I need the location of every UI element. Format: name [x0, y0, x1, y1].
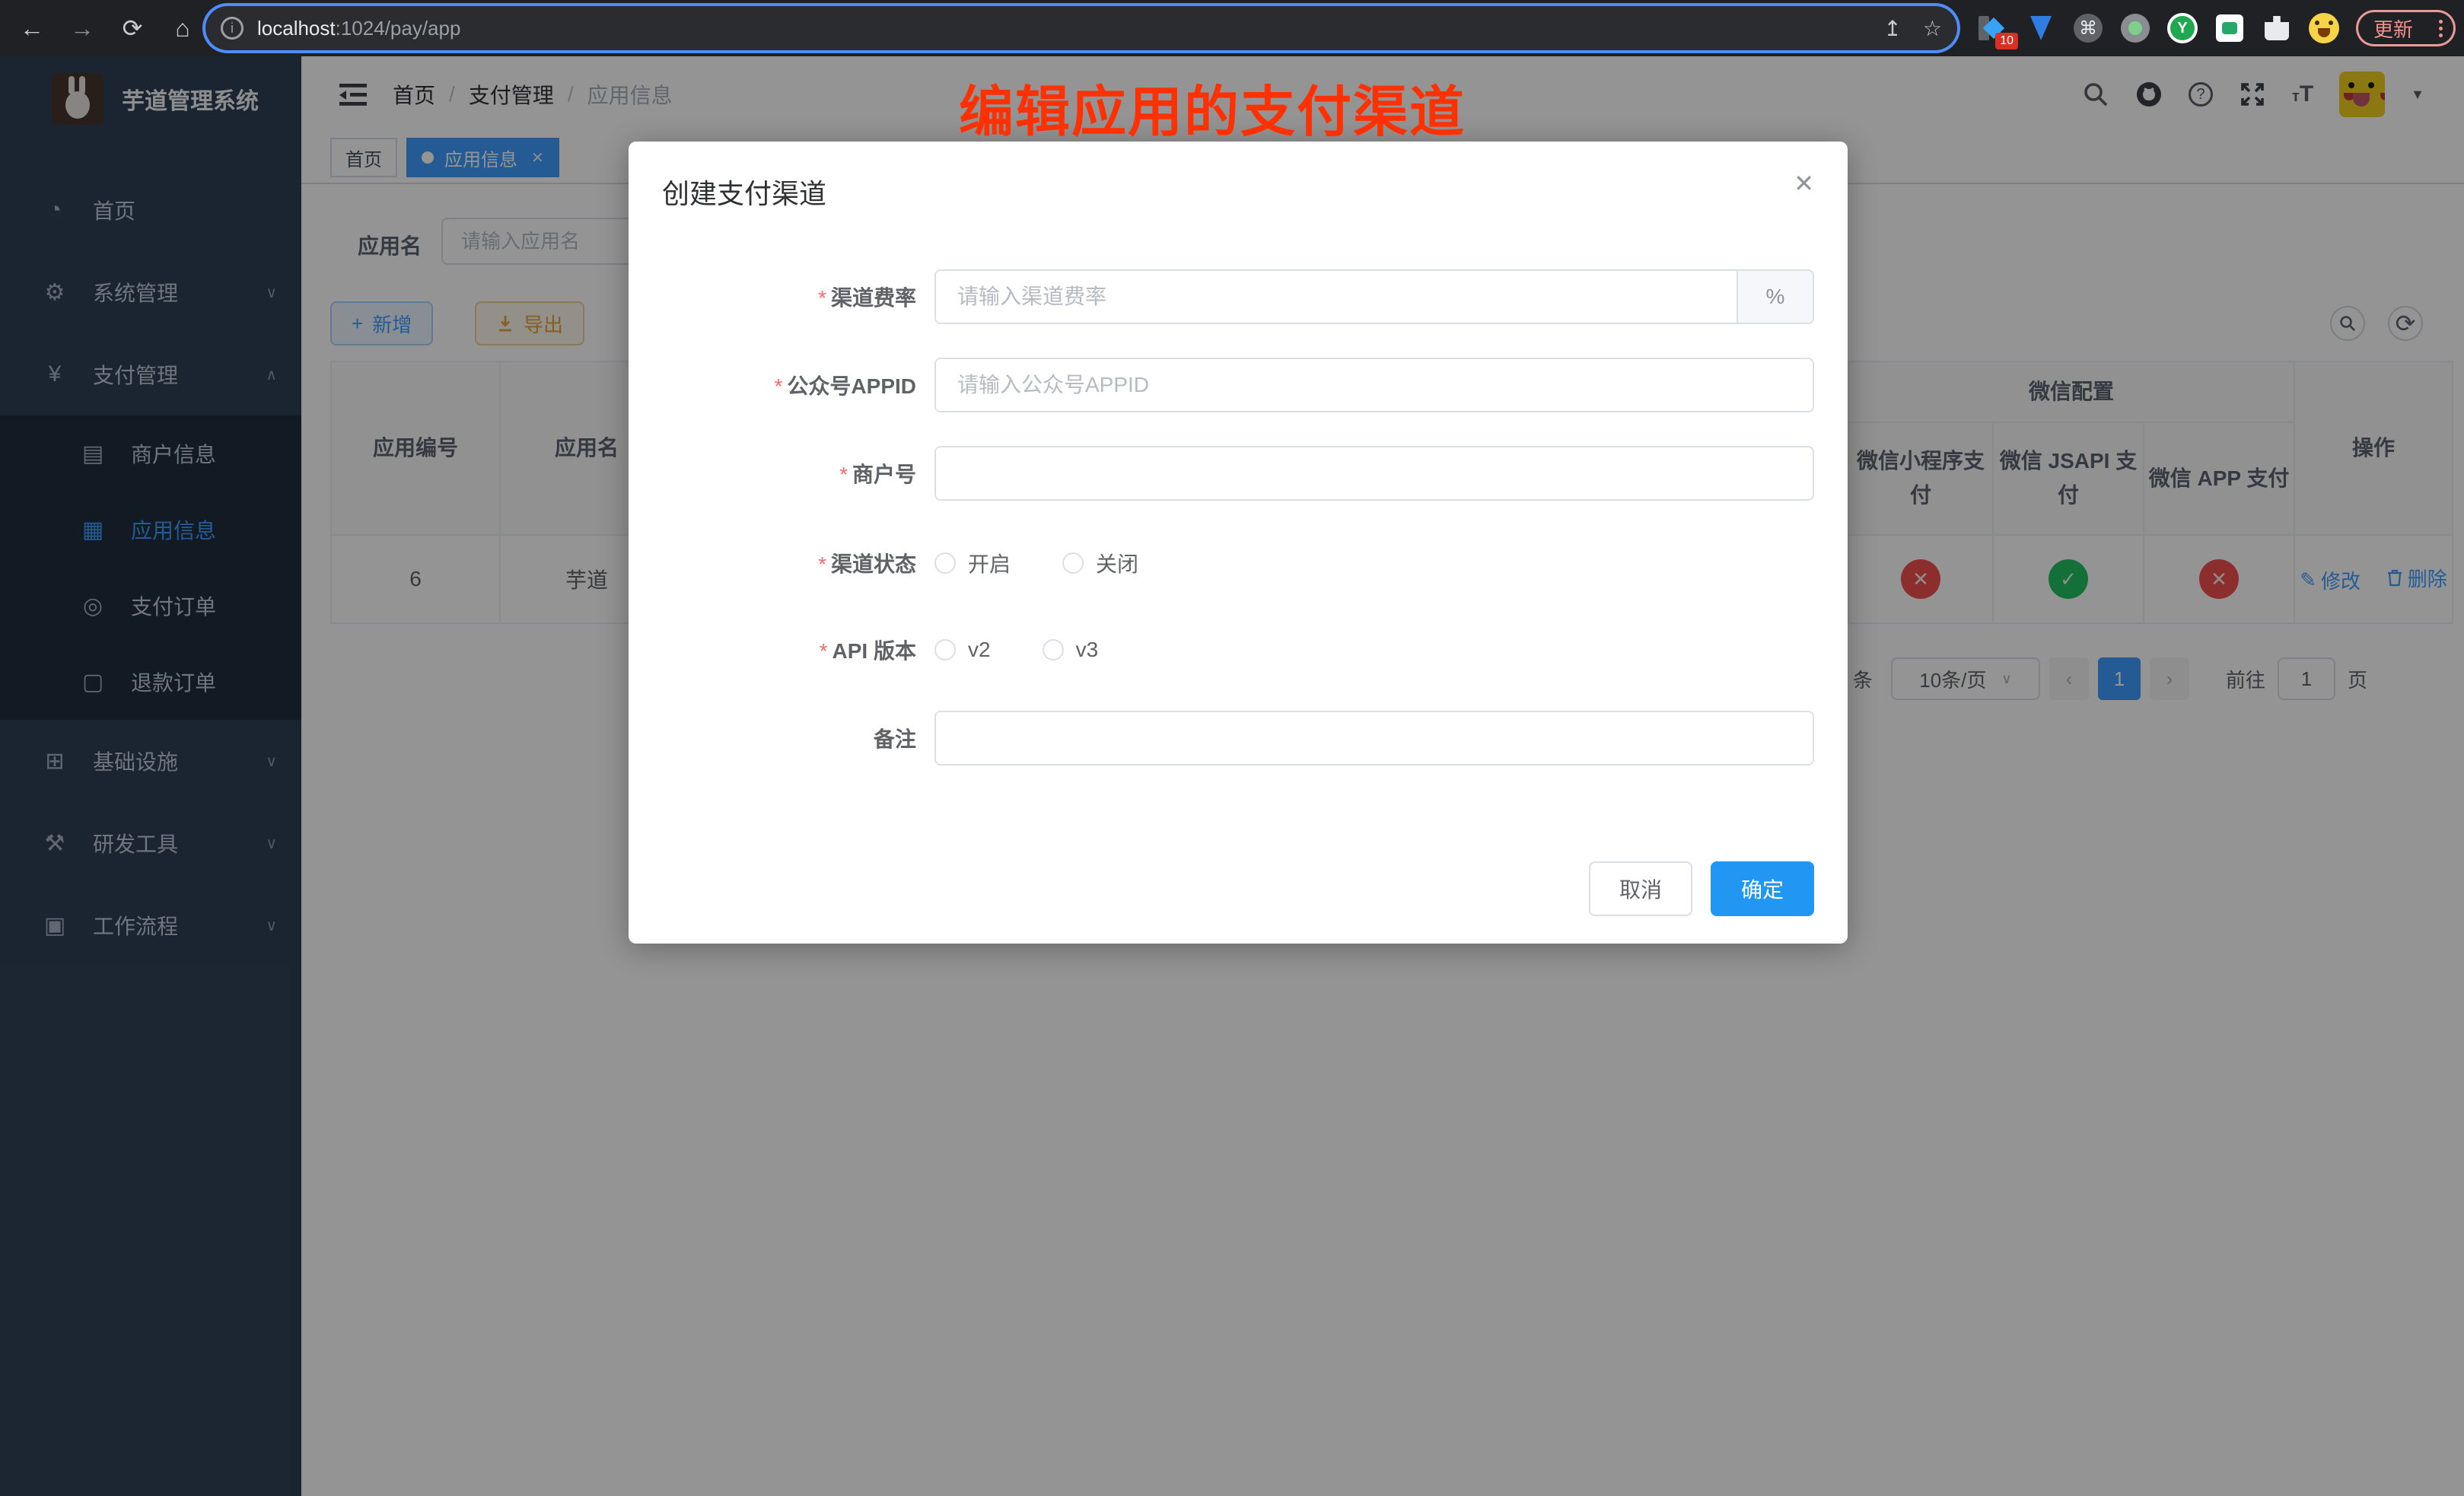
reload-icon[interactable]: ⟳: [114, 10, 151, 46]
appid-label: *公众号APPID: [629, 370, 934, 400]
remark-field: [934, 711, 1814, 766]
extension-icon-6[interactable]: [2214, 13, 2245, 43]
merchant-id-field: [934, 446, 1814, 501]
radio-circle-icon: [1062, 552, 1084, 574]
dialog-close-icon[interactable]: ✕: [1794, 169, 1814, 198]
remark-label: 备注: [629, 723, 934, 753]
extension-icon-2[interactable]: [2026, 13, 2056, 43]
channel-rate-field: %: [934, 269, 1814, 324]
site-info-icon[interactable]: i: [221, 17, 244, 40]
appid-input[interactable]: [936, 359, 1813, 411]
screen: ← → ⟳ ⌂ i localhost :1024/pay/app ↥ ☆ 10…: [0, 0, 2464, 1496]
create-payment-channel-dialog: 创建支付渠道 ✕ *渠道费率 % *公众号APPID *商户号 *渠道状态: [629, 142, 1848, 944]
radio-circle-icon: [934, 639, 956, 660]
required-mark: *: [775, 374, 783, 398]
status-closed-radio[interactable]: 关闭: [1062, 548, 1138, 578]
extension-icon-4[interactable]: [2120, 13, 2150, 43]
extensions-puzzle-icon[interactable]: [2262, 13, 2292, 43]
extension-icon-1[interactable]: 10: [1979, 13, 2009, 43]
merchant-id-input[interactable]: [936, 447, 1813, 499]
required-mark: *: [820, 639, 828, 663]
radio-circle-icon: [1043, 639, 1064, 660]
required-mark: *: [818, 552, 826, 576]
channel-rate-input[interactable]: [936, 271, 1737, 323]
confirm-button[interactable]: 确定: [1711, 861, 1814, 916]
remark-input[interactable]: [936, 712, 1813, 764]
api-v2-radio[interactable]: v2: [934, 638, 991, 662]
merchant-id-label: *商户号: [629, 458, 934, 489]
api-version-label: *API 版本: [629, 635, 934, 665]
annotation-text: 编辑应用的支付渠道: [959, 67, 1466, 147]
dialog-title: 创建支付渠道: [662, 172, 826, 212]
profile-avatar[interactable]: [2309, 13, 2339, 43]
extension-icon-3[interactable]: ⌘: [2073, 13, 2103, 43]
percent-suffix: %: [1737, 271, 1813, 323]
forward-icon[interactable]: →: [64, 10, 100, 46]
address-bar[interactable]: i localhost :1024/pay/app ↥ ☆: [205, 6, 1957, 50]
url-host: localhost: [257, 17, 336, 40]
required-mark: *: [839, 463, 848, 486]
browser-chrome: ← → ⟳ ⌂ i localhost :1024/pay/app ↥ ☆ 10…: [0, 0, 2464, 56]
appid-field: [934, 358, 1814, 412]
required-mark: *: [818, 286, 826, 310]
extension-badge: 10: [1995, 33, 2018, 49]
status-open-radio[interactable]: 开启: [934, 548, 1011, 578]
chrome-update-button[interactable]: 更新: [2356, 10, 2428, 46]
bookmark-star-icon[interactable]: ☆: [1923, 16, 1942, 41]
home-icon[interactable]: ⌂: [164, 10, 201, 46]
browser-menu-icon[interactable]: [2428, 10, 2456, 46]
cancel-button[interactable]: 取消: [1589, 861, 1692, 916]
channel-status-label: *渠道状态: [629, 548, 934, 578]
url-path: :1024/pay/app: [336, 17, 461, 40]
channel-rate-label: *渠道费率: [629, 282, 934, 312]
extension-icon-5[interactable]: Y: [2167, 13, 2198, 43]
api-v3-radio[interactable]: v3: [1043, 638, 1099, 662]
back-icon[interactable]: ←: [14, 10, 50, 46]
radio-circle-icon: [934, 552, 956, 574]
share-icon[interactable]: ↥: [1883, 16, 1901, 41]
